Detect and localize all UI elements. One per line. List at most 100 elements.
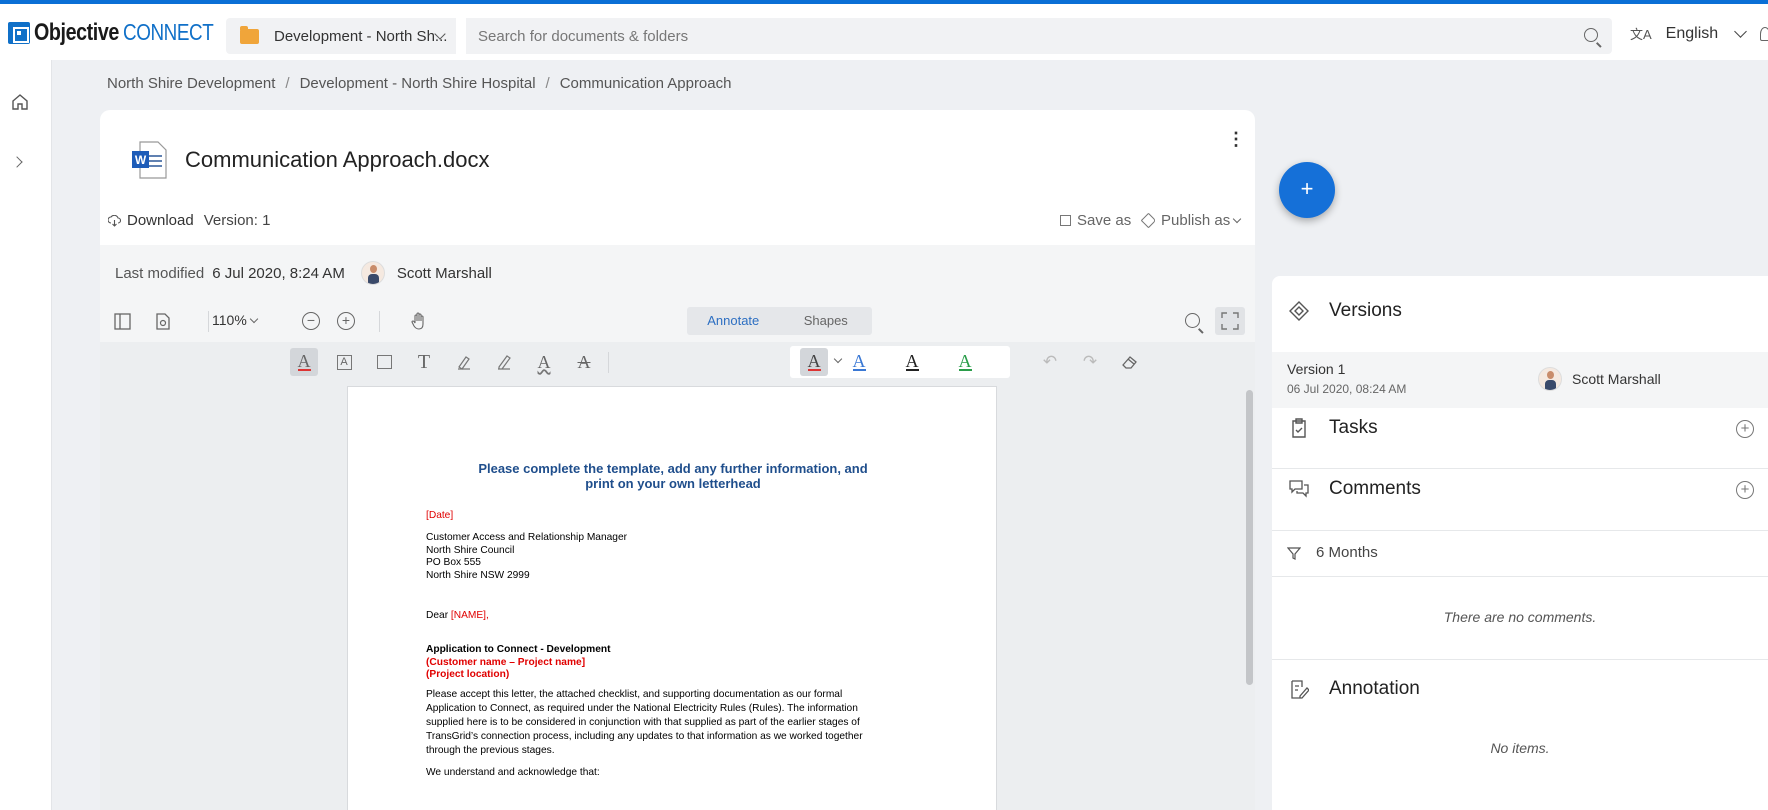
versions-title[interactable]: Versions [1329, 300, 1402, 322]
text-box-tool-icon[interactable]: A [330, 348, 358, 376]
date-placeholder: [Date] [426, 510, 454, 521]
user-icon[interactable] [1760, 27, 1768, 41]
annotation-title[interactable]: Annotation [1329, 678, 1420, 700]
color-picker-button[interactable]: A [800, 348, 828, 376]
pan-hand-icon[interactable] [409, 311, 429, 331]
app-logo[interactable]: Objective CONNECT [8, 19, 233, 46]
squiggly-tool-icon[interactable]: A [530, 348, 558, 376]
save-as-button[interactable]: Save as [1060, 212, 1131, 229]
text-color-a-icon: A [297, 351, 311, 371]
avatar [1538, 367, 1562, 391]
modified-by-user[interactable]: Scott Marshall [397, 265, 492, 282]
breadcrumb-separator: / [545, 75, 550, 92]
eraser-tool-icon[interactable] [1116, 348, 1144, 376]
document-page: Please complete the template, add any fu… [347, 386, 997, 810]
tab-annotate[interactable]: Annotate [687, 307, 780, 335]
language-select[interactable]: 文A English [1630, 24, 1748, 43]
more-options-icon[interactable]: ⋮ [1227, 130, 1245, 148]
color-presets: A A A A [790, 346, 1010, 378]
search-document-icon[interactable] [1185, 313, 1200, 328]
app-header: Objective CONNECT Development - North Sh… [0, 4, 1768, 60]
annotation-section: Annotation [1272, 678, 1768, 700]
heading-line-1: Please complete the template, add any fu… [478, 461, 868, 476]
page-heading: Please complete the template, add any fu… [348, 461, 998, 491]
color-green-swatch[interactable]: A [951, 348, 979, 376]
breadcrumb-item[interactable]: North Shire Development [107, 75, 275, 92]
annotation-empty-state: No items. [1490, 740, 1550, 756]
page-settings-icon[interactable] [154, 313, 171, 330]
left-nav [0, 60, 52, 810]
address-line: PO Box 555 [426, 557, 481, 568]
home-icon[interactable] [11, 93, 29, 111]
comments-title[interactable]: Comments [1329, 478, 1421, 500]
viewer-toolbar: 110% − + Annotate Shapes [100, 301, 1255, 342]
toolbar-divider [379, 311, 380, 332]
address-line: Customer Access and Relationship Manager [426, 532, 628, 543]
save-icon [1060, 215, 1071, 226]
name-placeholder: [NAME], [450, 610, 489, 621]
color-blue-swatch[interactable]: A [845, 348, 873, 376]
salutation-text: Dear [426, 610, 451, 621]
sidebar-toggle-icon[interactable] [114, 313, 131, 330]
tasks-title[interactable]: Tasks [1329, 417, 1378, 439]
divider [1272, 468, 1768, 469]
download-icon[interactable] [108, 214, 121, 227]
address-line: North Shire Council [426, 544, 515, 556]
expand-nav-icon[interactable] [11, 156, 23, 168]
fullscreen-button[interactable] [1215, 307, 1245, 335]
annotation-icon [1291, 680, 1309, 699]
subject-line: Application to Connect - Development [426, 644, 611, 655]
last-modified-date: 6 Jul 2020, 8:24 AM [212, 264, 345, 282]
tasks-clipboard-icon [1292, 418, 1306, 438]
add-button[interactable]: + [1279, 162, 1335, 218]
highlighter-tool-icon[interactable] [450, 348, 478, 376]
version-date: 06 Jul 2020, 08:24 AM [1287, 382, 1407, 396]
free-text-tool-icon[interactable]: T [410, 348, 438, 376]
zoom-in-icon[interactable]: + [337, 312, 355, 330]
logo-text-light: CONNECT [122, 19, 214, 45]
tag-icon [1140, 212, 1157, 229]
avatar [360, 261, 385, 285]
pen-tool-icon[interactable] [490, 348, 518, 376]
tasks-section: Tasks + [1272, 417, 1768, 439]
zoom-value: 110% [212, 312, 247, 328]
strikeout-tool-icon[interactable]: A [570, 348, 598, 376]
body-line: TransGrid’s connection process, includin… [426, 731, 863, 742]
add-task-icon[interactable]: + [1736, 420, 1754, 438]
add-comment-icon[interactable]: + [1736, 481, 1754, 499]
document-title: Communication Approach.docx [185, 147, 490, 172]
chevron-down-icon [1734, 25, 1748, 38]
zoom-out-icon[interactable]: − [302, 312, 320, 330]
details-panel: Versions Version 1 06 Jul 2020, 08:24 AM… [1272, 276, 1768, 810]
customer-placeholder: (Customer name – Project name] [426, 656, 586, 668]
text-highlight-tool[interactable]: A [290, 348, 318, 376]
version-list-item[interactable]: Version 1 06 Jul 2020, 08:24 AM Scott Ma… [1272, 352, 1768, 408]
tab-shapes[interactable]: Shapes [780, 307, 873, 335]
viewer-scrollbar[interactable] [1246, 390, 1253, 685]
annotation-mode-tabs: Annotate Shapes [687, 307, 872, 335]
body-line: Application to Connect, as required unde… [426, 703, 858, 714]
publish-as-button[interactable]: Publish as [1140, 212, 1242, 229]
breadcrumb-item[interactable]: Development - North Shire Hospital [300, 75, 536, 92]
comments-section: Comments + [1272, 478, 1768, 500]
body-line: We understand and acknowledge that: [426, 767, 600, 778]
comments-filter[interactable]: 6 Months [1287, 544, 1378, 561]
breadcrumb-separator: / [285, 75, 290, 92]
body-line: Please accept this letter, the attached … [426, 689, 843, 700]
comments-empty-state: There are no comments. [1443, 609, 1597, 625]
annotation-toolbar: A A T A A A A A A ↶ ↷ [100, 342, 1255, 382]
fullscreen-icon [1221, 312, 1239, 330]
color-black-swatch[interactable]: A [898, 348, 926, 376]
divider [1272, 530, 1768, 531]
zoom-select[interactable]: 110% [212, 312, 259, 328]
redo-icon[interactable]: ↷ [1076, 348, 1104, 376]
download-button[interactable]: Download [127, 212, 194, 229]
address-block: Customer Access and Relationship Manager… [426, 532, 627, 582]
workspace-select[interactable]: Development - North Sh... [226, 18, 456, 54]
translate-icon: 文A [1630, 27, 1652, 42]
search-icon[interactable] [1584, 28, 1598, 42]
undo-icon[interactable]: ↶ [1036, 348, 1064, 376]
search-input[interactable] [478, 27, 1528, 45]
rectangle-tool-icon[interactable] [370, 348, 398, 376]
document-card: W Communication Approach.docx ⋮ Download… [100, 110, 1255, 810]
